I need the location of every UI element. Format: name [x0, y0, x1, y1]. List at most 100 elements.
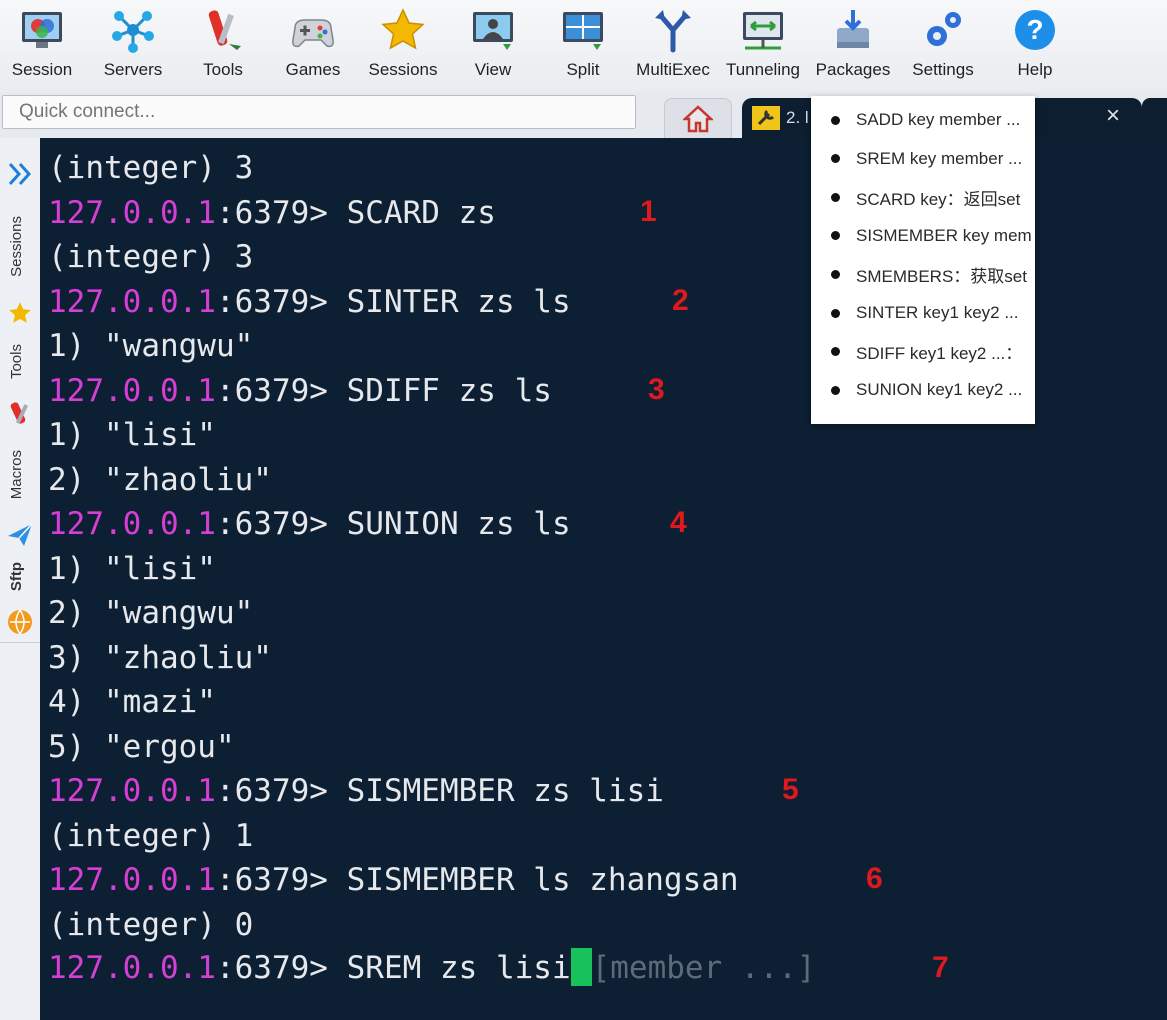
- command-text: SISMEMBER ls zhangsan: [346, 862, 739, 898]
- bullet-icon: [831, 385, 840, 395]
- quick-connect-input[interactable]: [2, 95, 636, 129]
- close-icon[interactable]: ×: [1106, 104, 1120, 128]
- command-list-item-label: SCARD key：返回set: [856, 189, 1021, 209]
- toolbar-button-help[interactable]: ? Help: [990, 6, 1080, 90]
- tab-label: 2. l: [786, 108, 809, 127]
- toolbar-button-label: Packages: [815, 60, 891, 79]
- annotation-number: 1: [640, 194, 657, 228]
- sidebar-item-sessions[interactable]: Sessions: [8, 216, 25, 277]
- command-list-item[interactable]: SADD key member ...: [811, 101, 1035, 139]
- settings-gear-icon: [927, 12, 961, 46]
- annotation-number: 6: [866, 862, 883, 895]
- command-text: SUNION zs ls: [346, 506, 571, 542]
- main-toolbar: Session Servers Tools Games Sessions Vie…: [0, 0, 1167, 92]
- terminal-output-line: (integer) 1: [48, 814, 253, 858]
- bullet-icon: [831, 347, 840, 357]
- sftp-globe-icon: [8, 609, 32, 635]
- toolbar-button-tunneling[interactable]: Tunneling: [718, 6, 808, 90]
- multiexec-icon: [655, 10, 691, 53]
- output-text: 5) "ergou": [48, 728, 235, 765]
- bullet-icon: [831, 308, 840, 318]
- output-text: (integer) 3: [48, 150, 254, 186]
- toolbar-button-session[interactable]: Session: [0, 6, 87, 90]
- sidebar-item-tools[interactable]: Tools: [8, 344, 25, 379]
- toolbar-button-label: View: [474, 60, 512, 79]
- annotation-number: 4: [670, 506, 687, 539]
- toolbar-button-label: Servers: [103, 60, 163, 79]
- command-text: SDIFF zs ls: [346, 372, 552, 409]
- command-list-item[interactable]: SINTER key1 key2 ...: [811, 294, 1035, 332]
- packages-icon: [837, 10, 869, 48]
- command-list-item[interactable]: SISMEMBER key mem: [811, 217, 1035, 255]
- terminal-command-line: 127.0.0.1:6379> SINTER zs ls: [48, 280, 571, 324]
- toolbar-button-tools[interactable]: Tools: [178, 6, 268, 90]
- bullet-icon: [831, 269, 840, 279]
- prompt-port: :6379>: [215, 950, 347, 986]
- toolbar-button-games[interactable]: Games: [268, 6, 358, 90]
- output-text: 2) "wangwu": [48, 595, 254, 631]
- toolbar-button-view[interactable]: View: [448, 6, 538, 90]
- output-text: 1) "lisi": [48, 550, 216, 587]
- bullet-icon: [831, 154, 840, 164]
- toolbar-button-label: MultiExec: [636, 60, 710, 79]
- terminal-output-line: 5) "ergou": [48, 725, 235, 769]
- command-list-item[interactable]: SCARD key：返回set: [811, 178, 1035, 216]
- toolbar-button-multiexec[interactable]: MultiExec: [628, 6, 718, 90]
- sidebar-item-sftp[interactable]: Sftp: [8, 562, 25, 591]
- toolbar-button-label: Sessions: [368, 60, 438, 79]
- wrench-icon: [752, 106, 780, 130]
- session-icon: [22, 12, 62, 48]
- games-icon: [292, 19, 334, 48]
- home-icon: [683, 105, 713, 133]
- toolbar-button-packages[interactable]: Packages: [808, 6, 898, 90]
- command-list-item[interactable]: SREM key member ...: [811, 140, 1035, 178]
- command-list-item[interactable]: SDIFF key1 key2 ...：: [811, 333, 1035, 371]
- toolbar-button-split[interactable]: Split: [538, 6, 628, 90]
- toolbar-button-label: Settings: [912, 60, 974, 79]
- output-text: 1) "lisi": [48, 417, 216, 453]
- chevron-double-right-icon[interactable]: [6, 160, 34, 188]
- prompt-ip: 127.0.0.1: [48, 194, 216, 231]
- tunneling-icon: [743, 12, 783, 50]
- terminal-output-line: (integer) 3: [48, 146, 253, 190]
- terminal-output-line: 2) "zhaoliu": [48, 458, 272, 502]
- output-text: 1) "wangwu": [48, 328, 254, 364]
- tools-icon: [10, 402, 29, 424]
- command-list-item-label: SINTER key1 key2 ...: [856, 303, 1019, 322]
- home-tab[interactable]: [664, 98, 732, 139]
- toolbar-button-label: Help: [1017, 60, 1053, 79]
- prompt-ip: 127.0.0.1: [48, 283, 216, 320]
- paper-plane-icon: [8, 523, 33, 546]
- annotation-number: 3: [648, 372, 665, 406]
- terminal-input-line[interactable]: 127.0.0.1:6379> SREM zs lisi [member ...]: [48, 946, 816, 990]
- command-list-item-label: SADD key member ...: [856, 110, 1021, 129]
- toolbar-button-servers[interactable]: Servers: [88, 6, 178, 90]
- tab-next[interactable]: [1142, 98, 1167, 138]
- output-text: (integer) 0: [48, 906, 254, 943]
- output-text: 3) "zhaoliu": [48, 639, 272, 676]
- terminal-command-line: 127.0.0.1:6379> SCARD zs: [48, 191, 496, 235]
- terminal-output-line: 1) "wangwu": [48, 324, 253, 368]
- terminal-command-line: 127.0.0.1:6379> SDIFF zs ls: [48, 369, 552, 413]
- terminal-command-line: 127.0.0.1:6379> SUNION zs ls: [48, 502, 571, 546]
- toolbar-button-sessions[interactable]: Sessions: [358, 6, 448, 90]
- terminal-command-line: 127.0.0.1:6379> SISMEMBER ls zhangsan: [48, 858, 739, 902]
- prompt-ip: 127.0.0.1: [48, 506, 216, 542]
- output-text: (integer) 1: [48, 817, 254, 854]
- bullet-icon: [831, 115, 840, 125]
- sidebar-item-macros[interactable]: Macros: [8, 450, 25, 499]
- terminal-output-line: 1) "lisi": [48, 413, 216, 457]
- toolbar-button-label: Split: [566, 60, 600, 79]
- command-list-item-label: SISMEMBER key mem: [856, 225, 1032, 245]
- toolbar-button-settings[interactable]: Settings: [898, 6, 988, 90]
- terminal-output-line: (integer) 3: [48, 235, 253, 279]
- command-list-item-label: SDIFF key1 key2 ...：: [856, 344, 1023, 364]
- command-text: SINTER zs ls: [346, 283, 571, 320]
- command-list-item[interactable]: SUNION key1 key2 ...: [811, 371, 1035, 409]
- command-list-item-label: SMEMBERS：获取set: [856, 266, 1027, 286]
- split-icon: [563, 12, 603, 50]
- text-cursor: [570, 948, 592, 986]
- command-list-item[interactable]: SMEMBERS：获取set: [811, 255, 1035, 293]
- prompt-port: :6379>: [215, 372, 347, 409]
- argument-hint: [member ...]: [591, 950, 816, 986]
